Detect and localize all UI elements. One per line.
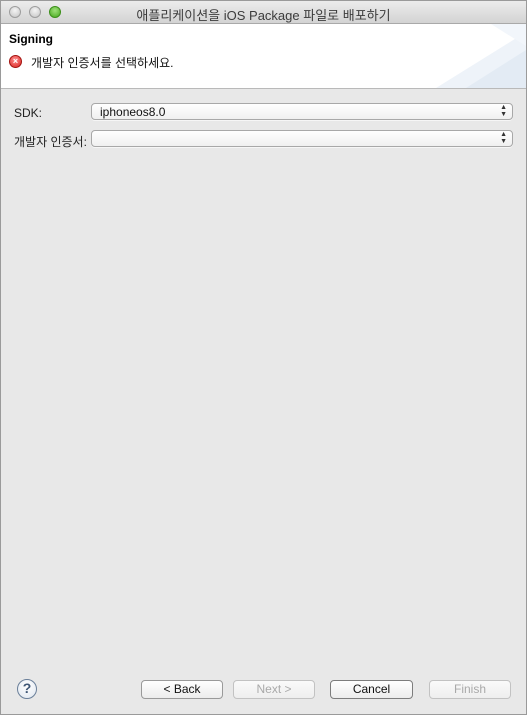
- next-button[interactable]: Next >: [233, 680, 315, 699]
- wizard-window: 애플리케이션을 iOS Package 파일로 배포하기 Signing × 개…: [0, 0, 527, 715]
- title-bar[interactable]: 애플리케이션을 iOS Package 파일로 배포하기: [1, 1, 526, 24]
- updown-arrow-icon: ▲ ▼: [500, 131, 507, 145]
- wizard-header: Signing × 개발자 인증서를 선택하세요.: [1, 24, 526, 89]
- banner-decoration: [436, 24, 526, 88]
- sdk-selected-value: iphoneos8.0: [100, 105, 166, 119]
- certificate-select[interactable]: ▲ ▼: [91, 130, 513, 147]
- updown-arrow-icon: ▲ ▼: [500, 104, 507, 118]
- window-title: 애플리케이션을 iOS Package 파일로 배포하기: [136, 8, 391, 23]
- back-button[interactable]: < Back: [141, 680, 223, 699]
- page-title: Signing: [9, 32, 53, 46]
- error-message: 개발자 인증서를 선택하세요.: [31, 56, 174, 70]
- certificate-label: 개발자 인증서:: [14, 135, 87, 149]
- cancel-button[interactable]: Cancel: [330, 680, 413, 699]
- sdk-label: SDK:: [14, 106, 43, 120]
- error-icon: ×: [9, 55, 22, 68]
- sdk-select[interactable]: iphoneos8.0 ▲ ▼: [91, 103, 513, 120]
- help-icon[interactable]: ?: [17, 679, 37, 699]
- finish-button[interactable]: Finish: [429, 680, 511, 699]
